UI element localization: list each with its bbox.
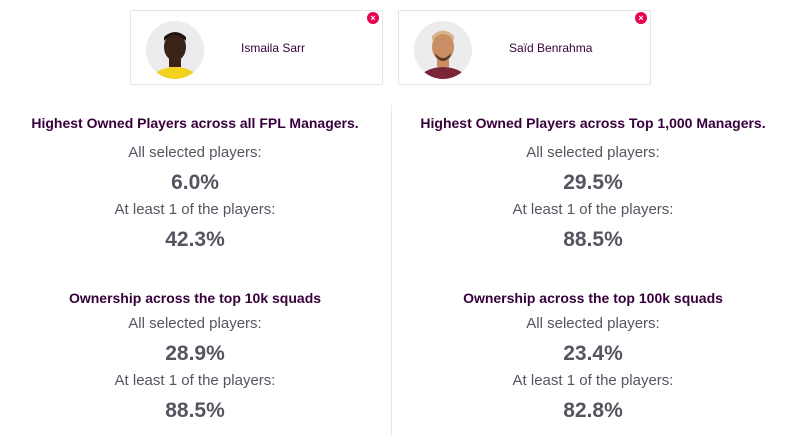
player-name: Saïd Benrahma (509, 41, 593, 55)
at-least-one-label: At least 1 of the players: (114, 201, 276, 218)
player-card-said-benrahma: Saïd Benrahma × (398, 10, 651, 85)
all-selected-value: 28.9% (165, 342, 225, 365)
all-selected-value: 6.0% (171, 171, 219, 194)
player-name: Ismaila Sarr (241, 41, 306, 55)
all-selected-label: All selected players: (526, 144, 660, 161)
stats-title: Ownership across the top 10k squads (68, 290, 322, 306)
stats-block-top-100k: Ownership across the top 100k squads All… (403, 288, 783, 426)
all-selected-label: All selected players: (128, 144, 262, 161)
player-card-ismaila-sarr: Ismaila Sarr × (130, 10, 383, 85)
stats-title: Highest Owned Players across Top 1,000 M… (420, 115, 766, 131)
at-least-one-value: 88.5% (563, 228, 623, 251)
stats-block-top-1000: Highest Owned Players across Top 1,000 M… (403, 113, 783, 255)
all-selected-label: All selected players: (128, 315, 262, 332)
at-least-one-label: At least 1 of the players: (114, 372, 276, 389)
at-least-one-label: At least 1 of the players: (512, 201, 674, 218)
player-avatar (146, 21, 204, 79)
at-least-one-label: At least 1 of the players: (512, 372, 674, 389)
all-selected-value: 29.5% (563, 171, 623, 194)
at-least-one-value: 82.8% (563, 399, 623, 422)
at-least-one-value: 88.5% (165, 399, 225, 422)
stats-block-all-managers: Highest Owned Players across all FPL Man… (5, 113, 385, 255)
at-least-one-value: 42.3% (165, 228, 225, 251)
remove-player-button[interactable]: × (367, 12, 379, 24)
column-divider (391, 105, 392, 435)
all-selected-label: All selected players: (526, 315, 660, 332)
player-avatar (414, 21, 472, 79)
stats-block-top-10k: Ownership across the top 10k squads All … (5, 288, 385, 426)
remove-player-button[interactable]: × (635, 12, 647, 24)
stats-title: Highest Owned Players across all FPL Man… (31, 115, 359, 131)
stats-title: Ownership across the top 100k squads (463, 290, 723, 306)
all-selected-value: 23.4% (563, 342, 623, 365)
